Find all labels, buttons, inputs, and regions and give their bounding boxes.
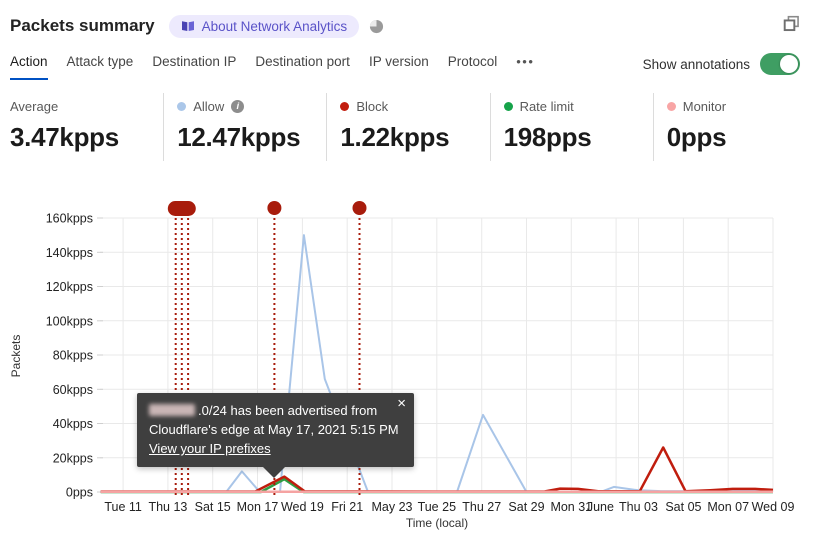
annotation-marker[interactable] bbox=[352, 201, 367, 215]
y-tick-label: 100kpps bbox=[46, 314, 93, 328]
about-network-analytics-badge[interactable]: About Network Analytics bbox=[168, 14, 360, 38]
x-tick-label: May 23 bbox=[372, 500, 413, 514]
annotation-marker[interactable] bbox=[267, 201, 282, 215]
y-tick-label: 80kpps bbox=[53, 349, 93, 363]
stat-average: Average 3.47kpps bbox=[0, 93, 163, 161]
toggle-knob bbox=[780, 55, 798, 73]
x-tick-label: Fri 21 bbox=[331, 500, 363, 514]
y-tick-label: 40kpps bbox=[53, 417, 93, 431]
stat-value: 1.22kpps bbox=[340, 122, 450, 152]
stat-value: 198pps bbox=[503, 122, 592, 152]
x-tick-label: Tue 25 bbox=[418, 500, 457, 514]
x-tick-label: Wed 09 bbox=[752, 500, 795, 514]
annotation-marker[interactable] bbox=[167, 201, 196, 216]
x-tick-label: Thu 13 bbox=[148, 500, 187, 514]
info-icon[interactable] bbox=[231, 99, 245, 113]
tab-ip-version[interactable]: IP version bbox=[369, 48, 429, 80]
stat-rate-limit: Rate limit 198pps bbox=[489, 93, 653, 161]
x-tick-label: Sat 29 bbox=[508, 500, 544, 514]
tooltip-line2: Cloudflare's edge at May 17, 2021 5:15 P… bbox=[149, 422, 399, 437]
tab-action[interactable]: Action bbox=[10, 48, 48, 80]
stat-value: 0pps bbox=[666, 122, 727, 152]
tab-destination-ip[interactable]: Destination IP bbox=[152, 48, 236, 80]
book-icon bbox=[181, 21, 194, 31]
y-tick-label: 0pps bbox=[66, 486, 93, 500]
stat-label: Allow bbox=[193, 98, 225, 114]
annotation-tooltip: × .0/24 has been advertised from Cloudfl… bbox=[137, 393, 414, 478]
legend-dot bbox=[177, 101, 187, 111]
stat-allow: Allow 12.47kpps bbox=[163, 93, 326, 161]
stat-label: Monitor bbox=[682, 98, 727, 114]
y-tick-label: 140kpps bbox=[46, 246, 93, 260]
y-tick-label: 160kpps bbox=[46, 212, 93, 226]
stat-label: Block bbox=[356, 98, 389, 114]
header: Packets summary About Network Analytics bbox=[10, 10, 800, 42]
summary-stats: Average 3.47kpps Allow 12.47kpps Block 1… bbox=[0, 93, 816, 161]
stat-monitor: Monitor 0pps bbox=[652, 93, 816, 161]
view-ip-prefixes-link[interactable]: View your IP prefixes bbox=[149, 441, 271, 456]
stat-block: Block 1.22kpps bbox=[326, 93, 489, 161]
show-annotations-label: Show annotations bbox=[642, 56, 750, 72]
stat-value: 12.47kpps bbox=[177, 122, 301, 152]
more-tabs-button[interactable]: ••• bbox=[516, 48, 534, 75]
legend-dot bbox=[340, 101, 350, 111]
packets-chart[interactable]: 0pps 20kpps 40kpps 60kpps 80kpps 100kpps 120kp… bbox=[0, 190, 816, 545]
y-axis-title: Packets bbox=[9, 335, 23, 378]
redacted-ip-prefix bbox=[149, 404, 195, 416]
x-tick-label: Wed 19 bbox=[281, 500, 324, 514]
tooltip-line1: .0/24 has been advertised from bbox=[149, 401, 402, 420]
x-tick-label: Mon 07 bbox=[707, 500, 749, 514]
stat-label: Average bbox=[10, 98, 59, 114]
x-tick-label: Mon 17 bbox=[237, 500, 279, 514]
x-axis-title: Time (local) bbox=[406, 516, 468, 530]
page-title: Packets summary bbox=[10, 16, 155, 35]
x-tick-label: Sat 05 bbox=[665, 500, 701, 514]
x-tick-label: Thu 03 bbox=[619, 500, 658, 514]
stat-value: 3.47kpps bbox=[10, 122, 119, 152]
show-annotations-toggle[interactable] bbox=[760, 53, 800, 75]
y-tick-label: 120kpps bbox=[46, 280, 93, 294]
popout-window-icon[interactable] bbox=[783, 15, 800, 32]
x-tick-label: June bbox=[587, 500, 614, 514]
y-tick-label: 20kpps bbox=[53, 451, 93, 465]
badge-label: About Network Analytics bbox=[201, 18, 348, 34]
tab-destination-port[interactable]: Destination port bbox=[255, 48, 350, 80]
stat-label: Rate limit bbox=[519, 98, 574, 114]
tab-bar: Action Attack type Destination IP Destin… bbox=[10, 48, 800, 84]
x-tick-label: Tue 11 bbox=[104, 500, 142, 514]
x-tick-label: Thu 27 bbox=[462, 500, 501, 514]
usage-meter-icon bbox=[370, 19, 384, 33]
tab-attack-type[interactable]: Attack type bbox=[67, 48, 134, 80]
tab-protocol[interactable]: Protocol bbox=[448, 48, 498, 80]
y-tick-label: 60kpps bbox=[53, 383, 93, 397]
legend-dot bbox=[666, 101, 676, 111]
legend-dot bbox=[503, 101, 513, 111]
close-icon[interactable]: × bbox=[397, 396, 406, 411]
x-tick-label: Sat 15 bbox=[195, 500, 231, 514]
